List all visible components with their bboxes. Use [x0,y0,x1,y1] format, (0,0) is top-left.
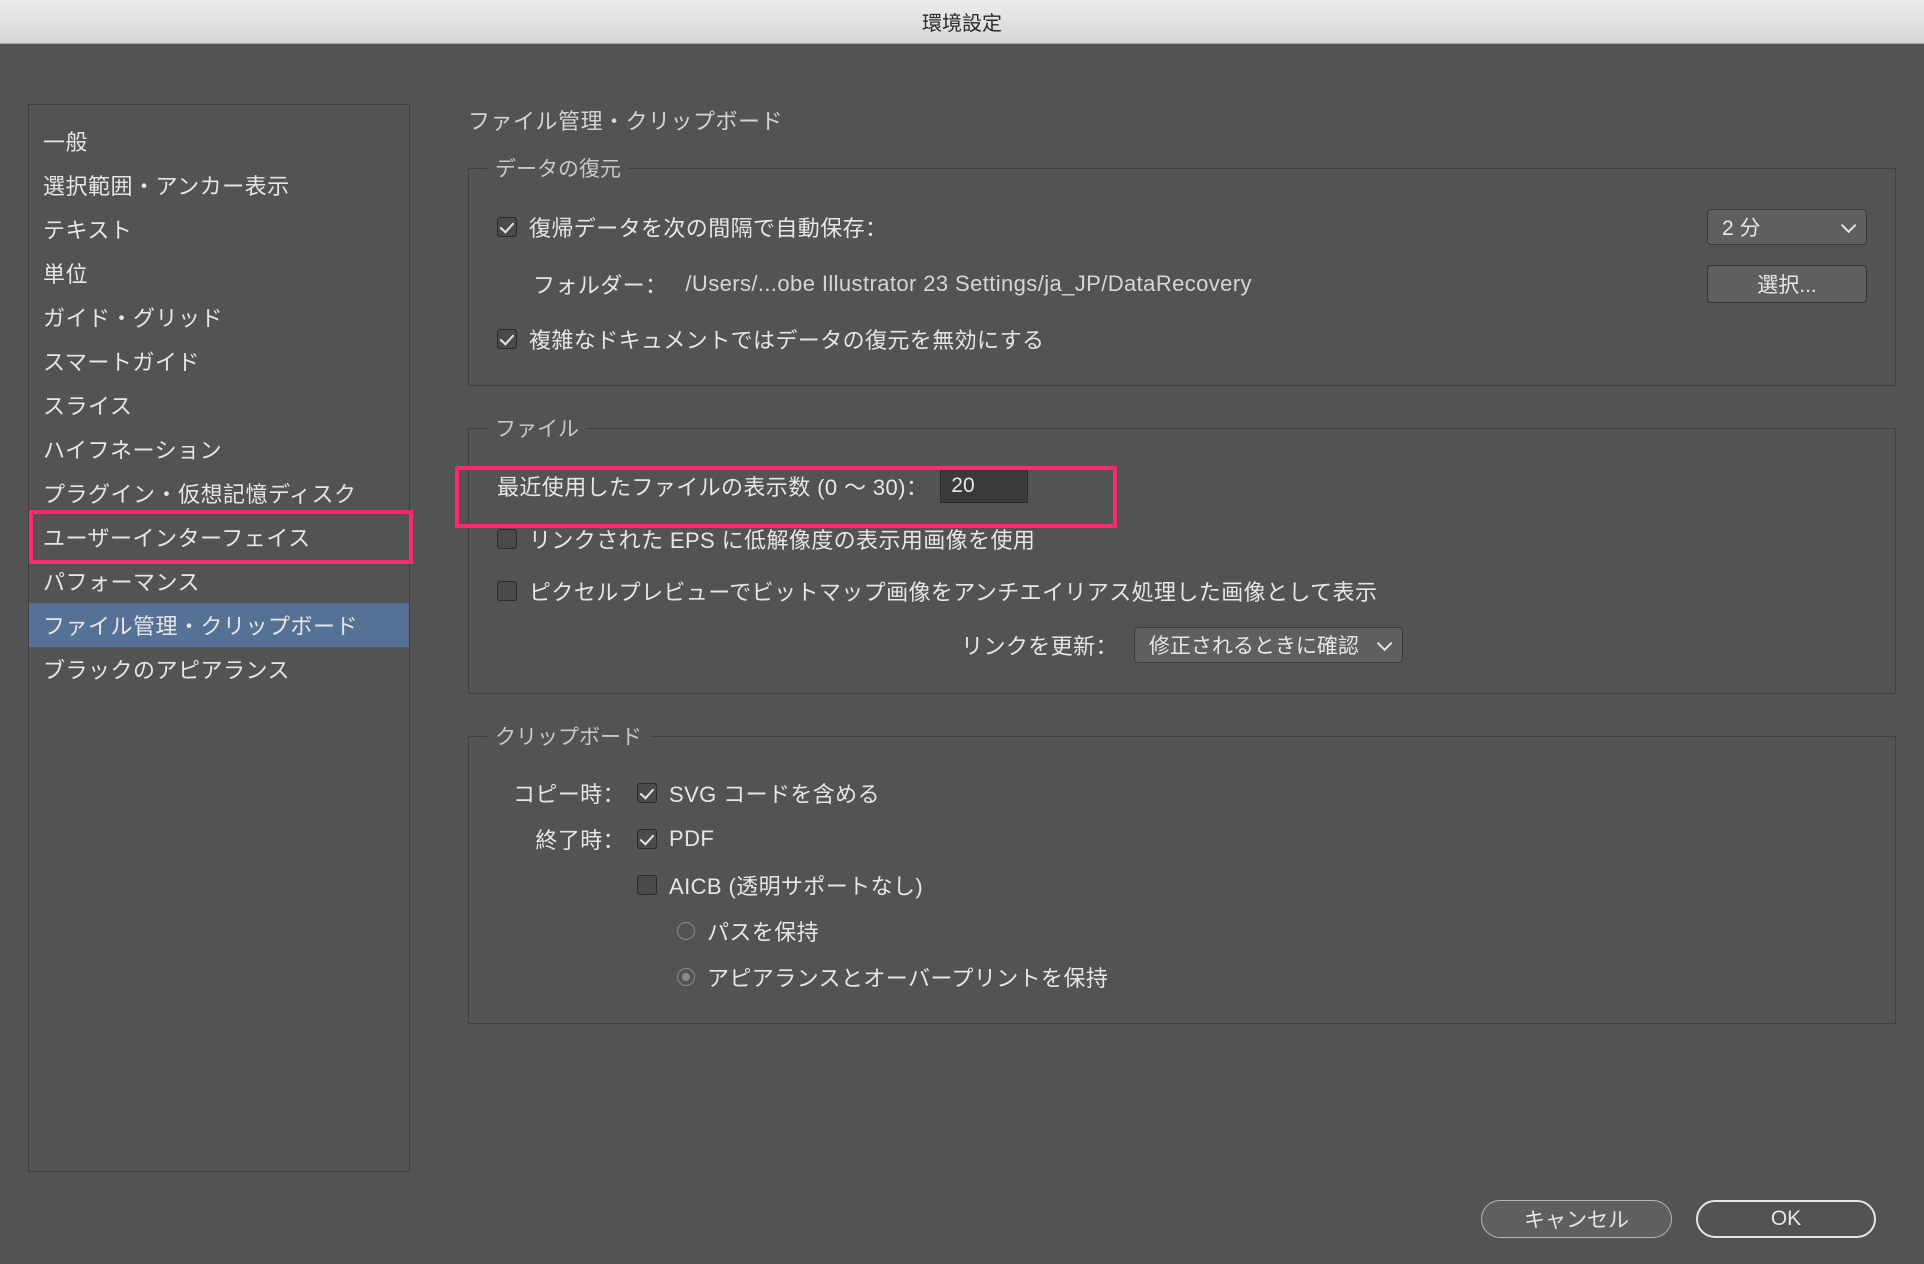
sidebar-item-label: ガイド・グリッド [43,306,223,331]
sidebar-item-units[interactable]: 単位 [29,251,409,295]
sidebar-item-label: 選択範囲・アンカー表示 [43,174,290,199]
disable-recovery-complex-label: 複雑なドキュメントではデータの復元を無効にする [529,323,1044,355]
eps-lowres-checkbox[interactable] [497,529,517,549]
preserve-paths-radio[interactable] [677,922,695,940]
sidebar-item-general[interactable]: 一般 [29,119,409,163]
sidebar-item-type[interactable]: テキスト [29,207,409,251]
sidebar-item-label: ハイフネーション [43,438,222,463]
svg-code-label: SVG コードを含める [669,777,880,809]
pdf-label: PDF [669,826,714,852]
aicb-label: AICB (透明サポートなし) [669,869,923,901]
pdf-checkbox[interactable] [637,829,657,849]
preserve-appearance-radio[interactable] [677,968,695,986]
autosave-label: 復帰データを次の間隔で自動保存： [529,211,887,243]
sidebar-item-label: テキスト [43,218,132,243]
preserve-paths-label: パスを保持 [707,915,819,947]
group-data-recovery: データの復元 復帰データを次の間隔で自動保存： 2 分 フォルダー： /User… [468,168,1896,386]
group-legend: データの復元 [487,153,629,183]
group-legend: クリップボード [487,721,650,751]
sidebar-item-performance[interactable]: パフォーマンス [29,559,409,603]
disable-recovery-complex-checkbox[interactable] [497,329,517,349]
sidebar-item-label: 単位 [43,262,88,287]
autosave-interval-value: 2 分 [1722,212,1761,242]
sidebar-item-label: ブラックのアピアランス [43,658,290,683]
ok-button-label: OK [1771,1207,1801,1231]
sidebar-item-smart-guides[interactable]: スマートガイド [29,339,409,383]
aicb-checkbox[interactable] [637,875,657,895]
quit-label: 終了時： [497,823,637,855]
sidebar-item-hyphenation[interactable]: ハイフネーション [29,427,409,471]
sidebar-item-label: パフォーマンス [43,570,200,595]
sidebar-item-label: ファイル管理・クリップボード [43,614,358,639]
folder-path: /Users/...obe Illustrator 23 Settings/ja… [685,271,1252,297]
page-title: ファイル管理・クリップボード [468,104,1896,136]
sidebar-item-black-appearance[interactable]: ブラックのアピアランス [29,647,409,691]
sidebar-item-selection-anchor[interactable]: 選択範囲・アンカー表示 [29,163,409,207]
update-links-select[interactable]: 修正されるときに確認 [1134,627,1403,663]
cancel-button[interactable]: キャンセル [1481,1200,1672,1238]
sidebar-item-file-clipboard[interactable]: ファイル管理・クリップボード [29,603,409,647]
chevron-down-icon [1377,633,1388,657]
group-clipboard: クリップボード コピー時： SVG コードを含める 終了時： PDF [468,736,1896,1024]
pixel-preview-antialias-label: ピクセルプレビューでビットマップ画像をアンチエイリアス処理した画像として表示 [529,575,1377,607]
folder-label: フォルダー： [533,268,667,300]
recent-files-input[interactable] [940,469,1028,503]
group-legend: ファイル [487,413,587,443]
sidebar-item-user-interface[interactable]: ユーザーインターフェイス [29,515,409,559]
recent-files-label: 最近使用したファイルの表示数 (0 ～ 30)： [497,470,928,502]
chevron-down-icon [1841,215,1852,239]
sidebar-item-label: スマートガイド [43,350,200,375]
sidebar-item-guides-grid[interactable]: ガイド・グリッド [29,295,409,339]
preferences-sidebar: 一般 選択範囲・アンカー表示 テキスト 単位 ガイド・グリッド スマートガイド … [28,104,410,1172]
update-links-label: リンクを更新： [961,629,1118,661]
sidebar-item-slices[interactable]: スライス [29,383,409,427]
group-files: ファイル 最近使用したファイルの表示数 (0 ～ 30)： リンクされた EPS… [468,428,1896,694]
choose-folder-label: 選択... [1757,269,1817,299]
preserve-appearance-label: アピアランスとオーバープリントを保持 [707,961,1108,993]
autosave-checkbox[interactable] [497,217,517,237]
sidebar-item-label: プラグイン・仮想記憶ディスク [43,482,356,507]
choose-folder-button[interactable]: 選択... [1707,265,1867,303]
cancel-button-label: キャンセル [1524,1204,1629,1234]
autosave-interval-select[interactable]: 2 分 [1707,209,1867,245]
eps-lowres-label: リンクされた EPS に低解像度の表示用画像を使用 [529,523,1035,555]
copy-label: コピー時： [497,777,637,809]
sidebar-item-label: 一般 [43,130,88,155]
pixel-preview-antialias-checkbox[interactable] [497,581,517,601]
svg-code-checkbox[interactable] [637,783,657,803]
update-links-value: 修正されるときに確認 [1149,630,1359,660]
ok-button[interactable]: OK [1696,1200,1876,1238]
sidebar-item-label: スライス [43,394,132,419]
window-titlebar: 環境設定 [0,0,1924,44]
sidebar-item-label: ユーザーインターフェイス [43,526,311,551]
sidebar-item-plugins-scratch[interactable]: プラグイン・仮想記憶ディスク [29,471,409,515]
window-title: 環境設定 [922,7,1002,36]
